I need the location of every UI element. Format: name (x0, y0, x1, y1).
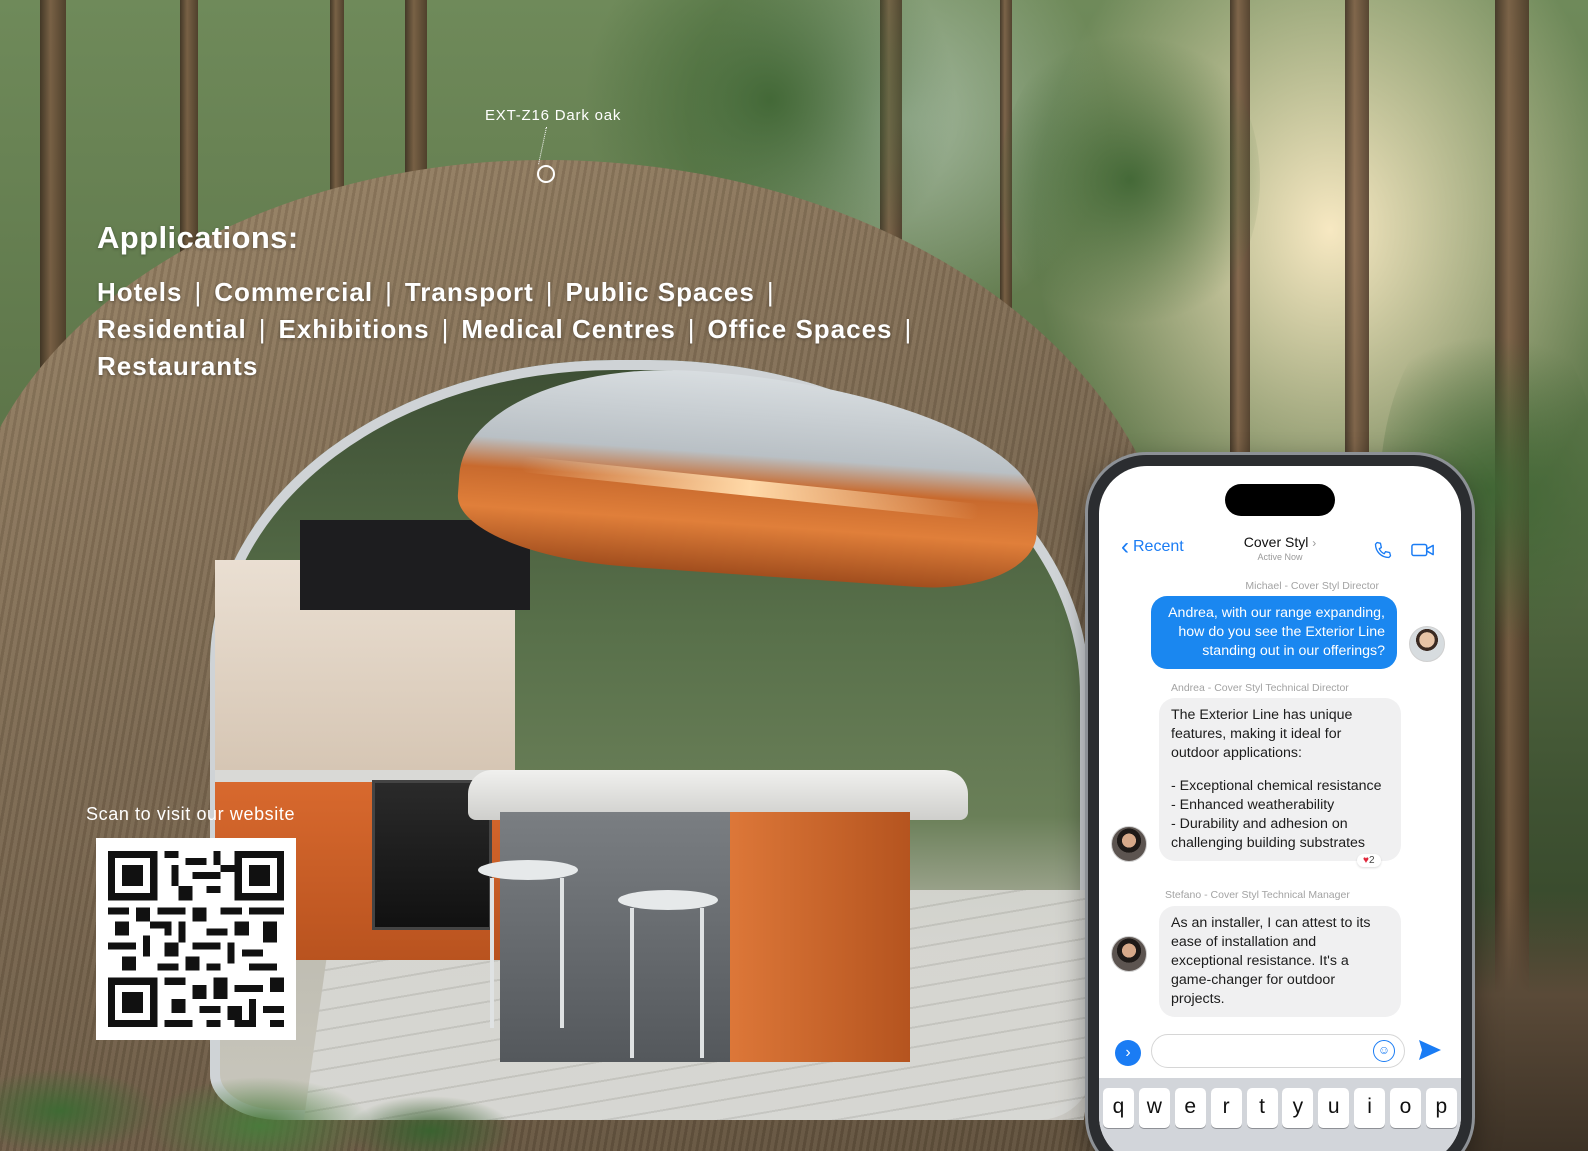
message-reaction[interactable]: ♥2 (1357, 854, 1381, 867)
website-qr-code[interactable] (96, 838, 296, 1040)
call-actions (1373, 540, 1435, 560)
separator: | (441, 314, 450, 344)
bar-stool-leg (700, 908, 704, 1058)
applications-heading: Applications: (97, 220, 299, 255)
bar-stool-leg (560, 878, 564, 1028)
incoming-message-bubble: As an installer, I can attest to its eas… (1159, 906, 1401, 1017)
qr-code-icon (108, 851, 284, 1027)
bar-stool (478, 860, 578, 880)
applications-block: Applications: Hotels | Commercial | Transpor… (97, 220, 967, 385)
message-sender: Stefano - Cover Styl Technical Manager (1165, 889, 1350, 901)
application-item: Medical Centres (461, 314, 676, 344)
message-text: Andrea, with our range expanding, how do… (1168, 605, 1385, 659)
message-composer: › ☺ (1099, 1034, 1461, 1076)
send-icon[interactable] (1417, 1038, 1443, 1062)
separator: | (258, 314, 267, 344)
kitchen-island-side (500, 812, 730, 1062)
contact-name: Cover Styl (1243, 534, 1309, 550)
application-item: Residential (97, 314, 247, 344)
key-w[interactable]: w (1138, 1088, 1170, 1128)
application-item: Commercial (214, 277, 374, 307)
key-q[interactable]: q (1103, 1088, 1134, 1128)
callout-marker (537, 165, 555, 183)
separator: | (766, 277, 775, 307)
application-item: Hotels (97, 277, 183, 307)
application-item: Office Spaces (707, 314, 893, 344)
video-camera-icon[interactable] (1411, 540, 1435, 560)
applications-list: Hotels | Commercial | Transport | Public Space… (97, 274, 967, 385)
key-e[interactable]: e (1174, 1088, 1206, 1128)
emoji-icon[interactable]: ☺ (1373, 1040, 1395, 1062)
phone-mockup: ‹ Recent Cover Styl › Active Now Michael… (1088, 455, 1472, 1151)
incoming-message-bubble: The Exterior Line has unique features, m… (1159, 698, 1401, 861)
key-p[interactable]: p (1425, 1088, 1457, 1128)
chat-screen: ‹ Recent Cover Styl › Active Now Michael… (1099, 466, 1461, 1151)
application-item: Exhibitions (278, 314, 430, 344)
key-o[interactable]: o (1390, 1088, 1421, 1128)
keyboard: q w e r t y u i o p (1099, 1078, 1461, 1151)
foliage (1000, 20, 1260, 340)
outgoing-message-bubble: Andrea, with our range expanding, how do… (1151, 596, 1397, 669)
key-r[interactable]: r (1210, 1088, 1242, 1128)
scan-label: Scan to visit our website (86, 804, 296, 824)
expand-apps-button[interactable]: › (1115, 1040, 1141, 1066)
message-bullet-list: - Exceptional chemical resistance - Enha… (1171, 778, 1382, 851)
reaction-count: 2 (1368, 855, 1375, 866)
avatar (1111, 936, 1147, 972)
message-input[interactable] (1151, 1034, 1405, 1068)
separator: | (545, 277, 554, 307)
chevron-right-icon: › (1125, 1044, 1131, 1061)
application-item: Public Spaces (565, 277, 755, 307)
separator: | (194, 277, 203, 307)
phone-icon[interactable] (1373, 540, 1393, 560)
bar-stool-leg (630, 908, 634, 1058)
chevron-right-icon: › (1312, 536, 1317, 550)
avatar (1111, 826, 1147, 862)
message-sender: Andrea - Cover Styl Technical Director (1171, 682, 1349, 694)
message-sender: Michael - Cover Styl Director (1245, 580, 1379, 592)
key-y[interactable]: y (1282, 1088, 1314, 1128)
message-text: As an installer, I can attest to its eas… (1171, 915, 1371, 1007)
dynamic-island (1225, 484, 1335, 516)
key-t[interactable]: t (1246, 1088, 1278, 1128)
avatar (1409, 626, 1445, 662)
separator: | (385, 277, 393, 307)
keyboard-row: q w e r t y u i o p (1103, 1088, 1457, 1128)
separator: | (904, 314, 913, 344)
bar-stool (618, 890, 718, 910)
message-text: The Exterior Line has unique features, m… (1171, 707, 1353, 761)
separator: | (687, 314, 696, 344)
application-item: Transport (404, 277, 534, 307)
material-callout-label: EXT-Z16 Dark oak (485, 107, 622, 124)
chat-header: ‹ Recent Cover Styl › Active Now (1099, 530, 1461, 578)
application-item: Restaurants (97, 351, 259, 381)
key-i[interactable]: i (1354, 1088, 1386, 1128)
key-u[interactable]: u (1318, 1088, 1350, 1128)
